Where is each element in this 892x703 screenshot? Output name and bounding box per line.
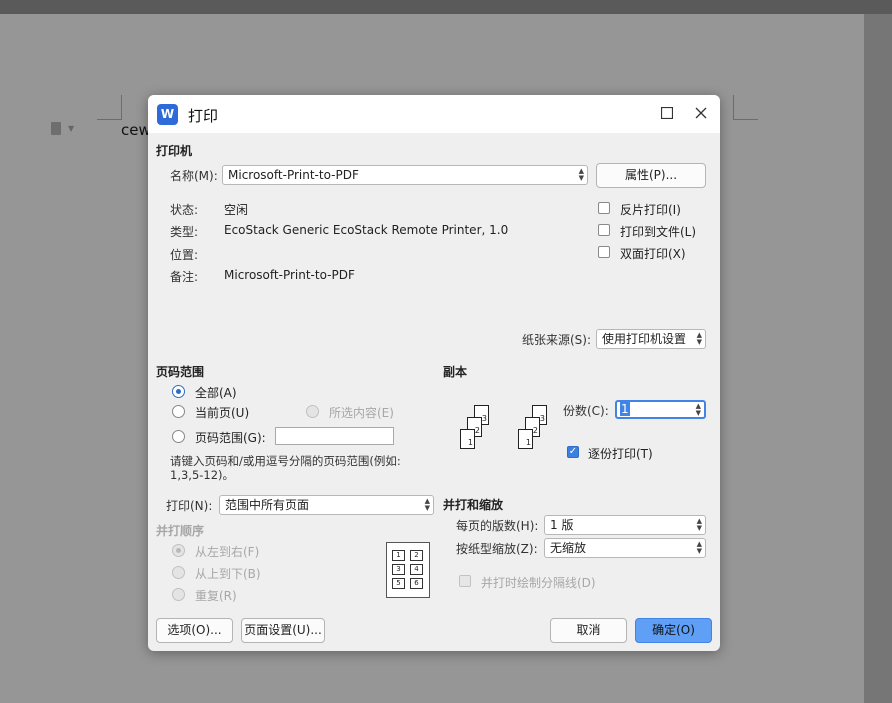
print-what-select[interactable]: 范围中所有页面 ▲ ▼: [219, 495, 434, 515]
page-range-input[interactable]: [275, 427, 394, 445]
page-range-all-label: 全部(A): [195, 386, 237, 400]
draw-borders-label: 并打时绘制分隔线(D): [481, 576, 596, 590]
order-preview: 1 2 3 4 5 6: [386, 542, 430, 598]
order-left-right-label: 从左到右(F): [195, 545, 260, 559]
printer-name-label: 名称(M):: [170, 169, 218, 183]
dialog-titlebar: W 打印: [148, 95, 720, 133]
order-top-bottom-radio[interactable]: [172, 566, 185, 579]
updown-icon: ▲ ▼: [578, 167, 584, 182]
comment-label: 备注:: [170, 270, 199, 284]
zoom-section-title: 并打和缩放: [443, 498, 504, 512]
page-range-current-radio[interactable]: [172, 405, 185, 418]
page-range-pages-radio[interactable]: [172, 430, 185, 443]
order-repeat-label: 重复(R): [195, 589, 237, 603]
order-cell: 3: [392, 564, 405, 575]
duplex-label: 双面打印(X): [620, 247, 686, 261]
crop-mark-right: [733, 95, 758, 120]
document-icon: [51, 122, 61, 135]
order-cell: 5: [392, 578, 405, 589]
maximize-icon[interactable]: [657, 104, 677, 124]
order-cell: 6: [410, 578, 423, 589]
options-button[interactable]: 选项(O)...: [156, 618, 233, 643]
status-value: 空闲: [224, 203, 249, 217]
copies-count-label: 份数(C):: [563, 404, 609, 418]
print-dialog: W 打印 打印机 名称(M): Microsoft-Print-to-PDF ▲…: [148, 95, 720, 651]
close-icon[interactable]: [691, 104, 711, 124]
stack-b-page-1: 1: [518, 429, 533, 449]
order-cell: 1: [392, 550, 405, 561]
type-value: EcoStack Generic EcoStack Remote Printer…: [224, 223, 509, 237]
order-left-right-radio[interactable]: [172, 544, 185, 557]
properties-button[interactable]: 属性(P)...: [596, 163, 706, 188]
paper-source-select[interactable]: 使用打印机设置 ▲ ▼: [596, 329, 706, 349]
draw-borders-checkbox[interactable]: [459, 575, 471, 587]
type-label: 类型:: [170, 225, 199, 239]
page-range-current-label: 当前页(U): [195, 406, 250, 420]
document-text: cew: [121, 121, 151, 139]
page-range-hint-line2: 1,3,5-12)。: [170, 468, 235, 482]
cancel-button[interactable]: 取消: [550, 618, 627, 643]
document-scroll-area: [864, 14, 892, 703]
updown-icon: ▲ ▼: [695, 402, 701, 417]
print-what-value: 范围中所有页面: [225, 498, 310, 512]
dialog-title: 打印: [188, 107, 219, 125]
page-range-section-title: 页码范围: [156, 365, 205, 379]
collate-label: 逐份打印(T): [588, 447, 653, 461]
page-range-selection-radio[interactable]: [306, 405, 319, 418]
order-repeat-radio[interactable]: [172, 588, 185, 601]
wps-writer-icon: W: [157, 104, 178, 125]
pages-per-sheet-value: 1 版: [550, 518, 574, 532]
duplex-checkbox[interactable]: [598, 246, 610, 258]
order-cell: 2: [410, 550, 423, 561]
page-setup-button[interactable]: 页面设置(U)...: [241, 618, 325, 643]
printer-name-select[interactable]: Microsoft-Print-to-PDF ▲ ▼: [222, 165, 588, 185]
top-toolbar-strip: [0, 0, 892, 14]
page-range-selection-label: 所选内容(E): [329, 406, 394, 420]
reverse-print-label: 反片打印(I): [620, 203, 681, 217]
print-to-file-checkbox[interactable]: [598, 224, 610, 236]
reverse-print-checkbox[interactable]: [598, 202, 610, 214]
printer-name-value: Microsoft-Print-to-PDF: [228, 168, 359, 182]
stack-a-page-1: 1: [460, 429, 475, 449]
copies-section-title: 副本: [443, 365, 468, 379]
crop-mark-left: [97, 95, 122, 120]
collate-checkbox[interactable]: ✓: [567, 446, 579, 458]
updown-icon: ▲ ▼: [696, 517, 702, 532]
updown-icon: ▲ ▼: [696, 540, 702, 555]
comment-value: Microsoft-Print-to-PDF: [224, 268, 355, 282]
status-label: 状态:: [170, 203, 199, 217]
order-cell: 4: [410, 564, 423, 575]
chevron-down-icon: ▼: [68, 124, 75, 133]
copies-count-spinbox[interactable]: 1 ▲ ▼: [615, 400, 706, 419]
scale-select[interactable]: 无缩放 ▲ ▼: [544, 538, 706, 558]
order-section-title: 并打顺序: [156, 524, 205, 538]
paper-source-label: 纸张来源(S):: [522, 333, 592, 347]
location-label: 位置:: [170, 248, 199, 262]
order-top-bottom-label: 从上到下(B): [195, 567, 261, 581]
print-what-label: 打印(N):: [166, 499, 213, 513]
print-to-file-label: 打印到文件(L): [620, 225, 697, 239]
updown-icon: ▲ ▼: [696, 331, 702, 346]
scale-value: 无缩放: [550, 541, 587, 555]
scale-label: 按纸型缩放(Z):: [456, 542, 538, 556]
printer-section-title: 打印机: [156, 144, 193, 158]
copies-count-value: 1: [620, 402, 630, 416]
pages-per-sheet-select[interactable]: 1 版 ▲ ▼: [544, 515, 706, 535]
ok-button[interactable]: 确定(O): [635, 618, 712, 643]
updown-icon: ▲ ▼: [424, 497, 430, 512]
pages-per-sheet-label: 每页的版数(H):: [456, 519, 539, 533]
page-range-pages-label: 页码范围(G):: [195, 431, 266, 445]
paper-source-value: 使用打印机设置: [602, 332, 687, 346]
page-range-all-radio[interactable]: [172, 385, 185, 398]
